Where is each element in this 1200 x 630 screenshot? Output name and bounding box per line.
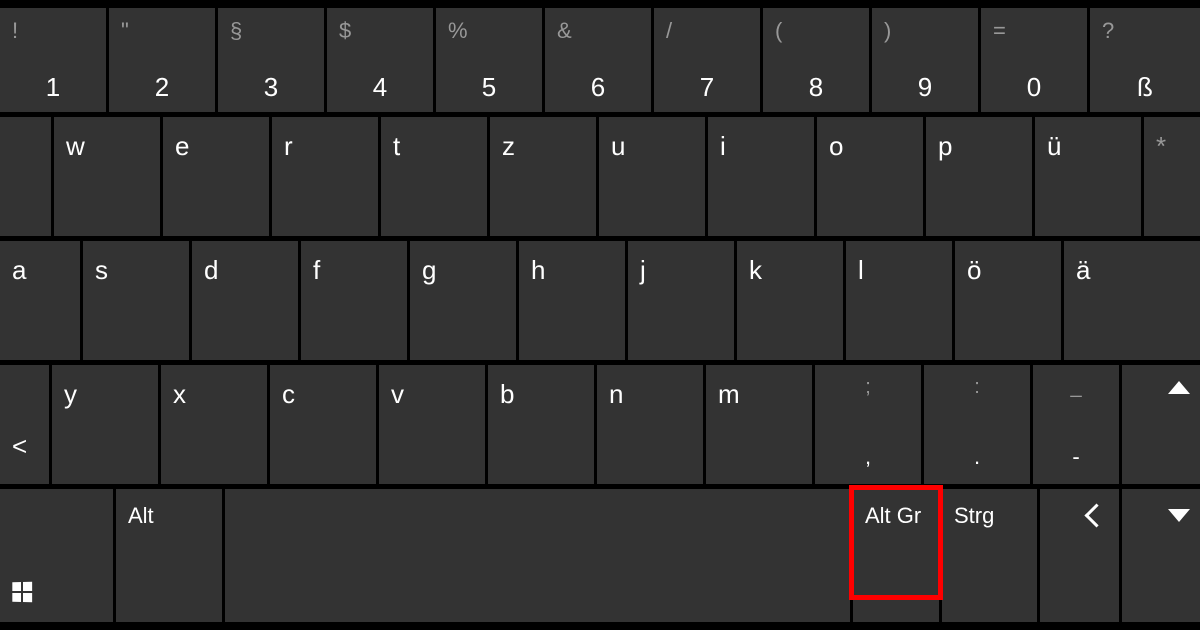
- key-ae[interactable]: ä: [1064, 241, 1200, 360]
- chevron-left-icon: [1084, 503, 1108, 527]
- key-alt[interactable]: Alt: [116, 489, 222, 622]
- key-sz[interactable]: ?ß: [1090, 8, 1200, 112]
- key-dash[interactable]: _-: [1033, 365, 1119, 484]
- key-r[interactable]: r: [272, 117, 378, 236]
- key-period[interactable]: :.: [924, 365, 1030, 484]
- key-o[interactable]: o: [817, 117, 923, 236]
- key-l[interactable]: l: [846, 241, 952, 360]
- key-e[interactable]: e: [163, 117, 269, 236]
- key-f[interactable]: f: [301, 241, 407, 360]
- key-arrow-down[interactable]: [1122, 489, 1200, 622]
- key-arrow-up[interactable]: [1122, 365, 1200, 484]
- key-a[interactable]: a: [0, 241, 80, 360]
- key-star[interactable]: *: [1144, 117, 1200, 236]
- key-p[interactable]: p: [926, 117, 1032, 236]
- windows-icon: [12, 582, 32, 602]
- key-k[interactable]: k: [737, 241, 843, 360]
- key-u[interactable]: u: [599, 117, 705, 236]
- key-8[interactable]: (8: [763, 8, 869, 112]
- key-0[interactable]: =0: [981, 8, 1087, 112]
- key-comma[interactable]: ;,: [815, 365, 921, 484]
- key-angle[interactable]: <: [0, 365, 49, 484]
- caret-up-icon: [1168, 381, 1190, 394]
- key-oe[interactable]: ö: [955, 241, 1061, 360]
- key-x[interactable]: x: [161, 365, 267, 484]
- key-strg[interactable]: Strg: [942, 489, 1037, 622]
- key-j[interactable]: j: [628, 241, 734, 360]
- key-arrow-left[interactable]: [1040, 489, 1119, 622]
- key-7[interactable]: /7: [654, 8, 760, 112]
- key-windows[interactable]: [0, 489, 113, 622]
- key-i[interactable]: i: [708, 117, 814, 236]
- key-ue[interactable]: ü: [1035, 117, 1141, 236]
- key-m[interactable]: m: [706, 365, 812, 484]
- key-partial-q[interactable]: [0, 117, 51, 236]
- on-screen-keyboard: !1 "2 §3 $4 %5 &6 /7 (8 )9 =0 ?ß w e r t…: [0, 0, 1200, 630]
- key-5[interactable]: %5: [436, 8, 542, 112]
- key-t[interactable]: t: [381, 117, 487, 236]
- key-s[interactable]: s: [83, 241, 189, 360]
- key-2[interactable]: "2: [109, 8, 215, 112]
- key-d[interactable]: d: [192, 241, 298, 360]
- key-space[interactable]: [225, 489, 850, 622]
- key-b[interactable]: b: [488, 365, 594, 484]
- key-9[interactable]: )9: [872, 8, 978, 112]
- key-c[interactable]: c: [270, 365, 376, 484]
- key-altgr[interactable]: Alt Gr: [853, 489, 939, 622]
- key-6[interactable]: &6: [545, 8, 651, 112]
- key-h[interactable]: h: [519, 241, 625, 360]
- key-3[interactable]: §3: [218, 8, 324, 112]
- key-n[interactable]: n: [597, 365, 703, 484]
- key-v[interactable]: v: [379, 365, 485, 484]
- key-z[interactable]: z: [490, 117, 596, 236]
- key-g[interactable]: g: [410, 241, 516, 360]
- key-w[interactable]: w: [54, 117, 160, 236]
- key-y[interactable]: y: [52, 365, 158, 484]
- caret-down-icon: [1168, 509, 1190, 522]
- key-1[interactable]: !1: [0, 8, 106, 112]
- key-4[interactable]: $4: [327, 8, 433, 112]
